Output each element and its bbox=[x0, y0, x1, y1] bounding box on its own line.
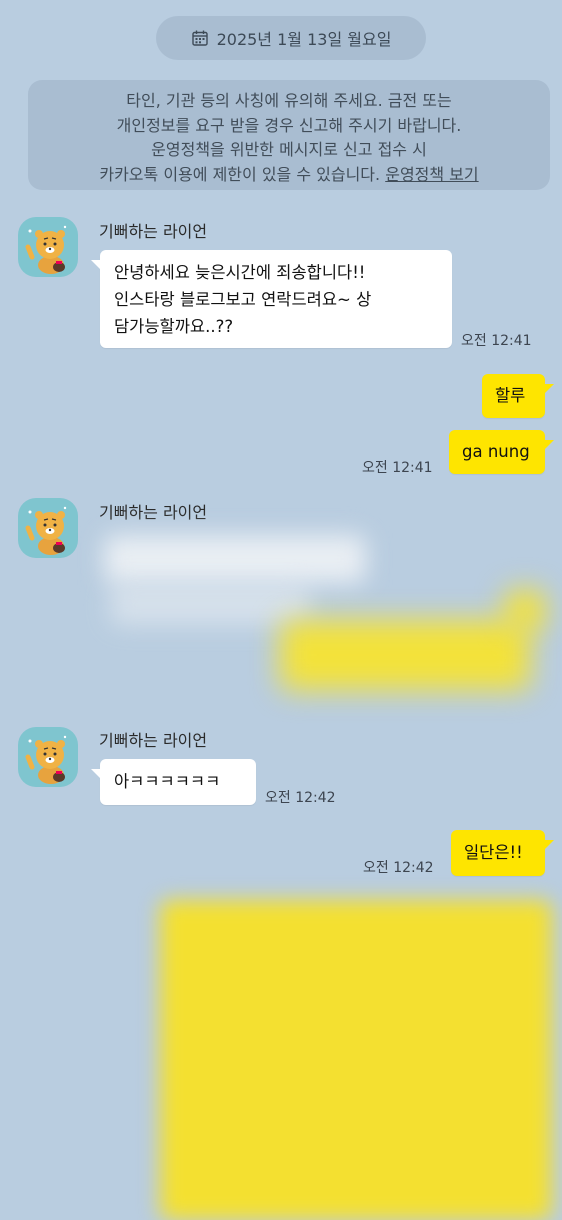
blurred-incoming-message bbox=[110, 585, 310, 625]
message-line: 인스타랑 블로그보고 연락드려요~ 상 bbox=[114, 290, 372, 309]
message-line: 안녕하세요 늦은시간에 죄송합니다!! bbox=[114, 263, 366, 282]
message-line: 담가능할까요..?? bbox=[114, 317, 234, 336]
policy-link[interactable]: 운영정책 보기 bbox=[385, 165, 478, 184]
message-time: 오전 12:41 bbox=[362, 460, 433, 476]
message-time: 오전 12:42 bbox=[363, 860, 434, 876]
blurred-outgoing-image[interactable] bbox=[160, 900, 552, 1220]
date-divider: 2025년 1월 13일 월요일 bbox=[156, 16, 426, 60]
sender-name: 기뻐하는 라이언 bbox=[99, 731, 208, 750]
ryan-lion-avatar-icon bbox=[25, 225, 67, 274]
ryan-lion-avatar-icon bbox=[25, 735, 67, 784]
notice-line: 개인정보를 요구 받을 경우 신고해 주시기 바랍니다. bbox=[116, 115, 462, 135]
incoming-message[interactable]: 아ㅋㅋㅋㅋㅋㅋ bbox=[91, 759, 256, 805]
sender-avatar[interactable] bbox=[18, 498, 78, 558]
sender-name: 기뻐하는 라이언 bbox=[99, 503, 208, 522]
ryan-lion-avatar-icon bbox=[25, 506, 67, 555]
sender-avatar[interactable] bbox=[18, 727, 78, 787]
blurred-outgoing-message bbox=[280, 620, 530, 690]
notice-line: 타인, 기관 등의 사칭에 유의해 주세요. 금전 또는 bbox=[126, 91, 452, 110]
sender-avatar[interactable] bbox=[18, 217, 78, 277]
notice-line: 카카오톡 이용에 제한이 있을 수 있습니다. 운영정책 보기 bbox=[28, 163, 550, 188]
outgoing-message[interactable]: 일단은!! bbox=[451, 830, 554, 876]
calendar-icon bbox=[191, 30, 208, 46]
blurred-incoming-message bbox=[104, 535, 366, 583]
blurred-outgoing-message bbox=[505, 590, 545, 630]
outgoing-message[interactable]: 할루 bbox=[482, 374, 554, 418]
notice-line-text: 카카오톡 이용에 제한이 있을 수 있습니다. bbox=[99, 164, 381, 184]
message-time: 오전 12:41 bbox=[461, 333, 532, 349]
sender-name: 기뻐하는 라이언 bbox=[99, 222, 208, 241]
incoming-message[interactable]: 안녕하세요 늦은시간에 죄송합니다!! 인스타랑 블로그보고 연락드려요~ 상 … bbox=[91, 250, 452, 348]
outgoing-message[interactable]: ga nung bbox=[449, 430, 554, 474]
safety-notice: 타인, 기관 등의 사칭에 유의해 주세요. 금전 또는 개인정보를 요구 받을… bbox=[28, 80, 550, 190]
message-time: 오전 12:42 bbox=[265, 790, 336, 806]
date-label: 2025년 1월 13일 월요일 bbox=[216, 30, 392, 49]
notice-line: 운영정책을 위반한 메시지로 신고 접수 시 bbox=[151, 140, 427, 159]
